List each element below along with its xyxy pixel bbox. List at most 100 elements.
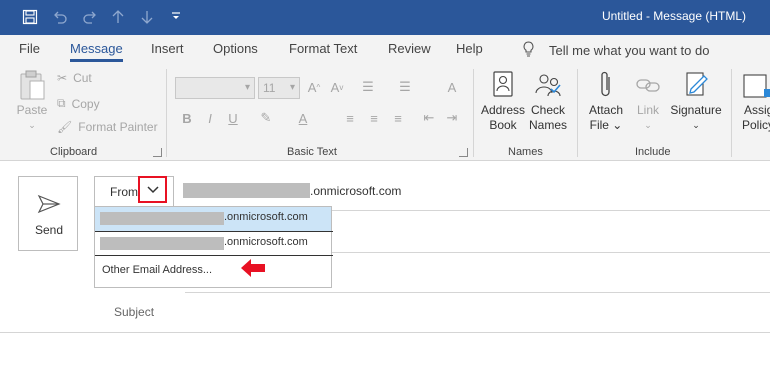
copy-button[interactable]: ⧉ Copy: [57, 96, 100, 111]
group-divider: [577, 69, 578, 157]
redacted-account-name: [100, 212, 224, 225]
address-book-button[interactable]: Address Book: [480, 69, 526, 133]
save-icon[interactable]: [20, 7, 40, 27]
tab-review[interactable]: Review: [388, 41, 431, 56]
chevron-down-icon: ⌄: [28, 120, 36, 130]
align-left-icon[interactable]: ≡: [340, 108, 360, 128]
basic-text-group-label: Basic Text: [287, 146, 337, 158]
assign-label-1: Assig: [744, 103, 770, 117]
check-names-label-1: Check: [530, 103, 565, 117]
tab-file[interactable]: File: [19, 41, 40, 56]
chevron-down-icon: [146, 183, 159, 197]
font-size-value: 11: [263, 81, 276, 95]
assign-label-2: Policy: [742, 118, 770, 132]
tab-help[interactable]: Help: [456, 41, 483, 56]
menu-bar: File Message Insert Options Format Text …: [0, 35, 770, 65]
send-icon: [37, 194, 61, 217]
from-account-option-1[interactable]: .onmicrosoft.com: [95, 207, 331, 231]
align-center-icon[interactable]: ≡: [364, 108, 384, 128]
lightbulb-icon: [522, 41, 535, 60]
option-1-domain: .onmicrosoft.com: [224, 211, 308, 223]
italic-icon[interactable]: I: [200, 108, 220, 128]
policy-icon: [738, 69, 770, 103]
down-arrow-icon[interactable]: [137, 7, 157, 27]
from-account-option-2[interactable]: .onmicrosoft.com: [95, 232, 331, 256]
tab-message[interactable]: Message: [70, 41, 123, 62]
align-right-icon[interactable]: ≡: [388, 108, 408, 128]
clipboard-group-label: Clipboard: [50, 146, 98, 158]
copy-icon: ⧉: [57, 96, 66, 110]
attach-file-button[interactable]: Attach File ⌄: [585, 69, 627, 133]
window-title: Untitled - Message (HTML): [601, 9, 746, 23]
highlight-icon[interactable]: ✎: [256, 108, 276, 128]
signature-icon: [668, 69, 724, 103]
tell-me-label: Tell me what you want to do: [549, 43, 710, 58]
link-button[interactable]: Link ⌄: [630, 69, 666, 133]
cut-button[interactable]: ✂ Cut: [57, 71, 92, 85]
link-icon: [630, 69, 666, 103]
grow-font-icon[interactable]: A ^: [304, 77, 324, 97]
paste-label: Paste: [16, 103, 48, 117]
redo-icon[interactable]: [80, 7, 100, 27]
signature-button[interactable]: Signature ⌄: [668, 69, 724, 133]
paperclip-icon: [585, 69, 627, 103]
signature-label: Signature: [670, 103, 722, 117]
redacted-account-name: [183, 183, 310, 198]
menu-divider: [95, 255, 333, 256]
bold-icon[interactable]: B: [177, 108, 197, 128]
undo-icon[interactable]: [50, 7, 70, 27]
from-account-domain: .onmicrosoft.com: [310, 184, 402, 198]
increase-indent-icon[interactable]: ⇥: [442, 108, 462, 128]
attach-label-1: Attach: [588, 103, 624, 117]
tab-insert[interactable]: Insert: [151, 41, 184, 56]
subject-field-line: [0, 332, 770, 333]
attach-label-2: File ⌄: [589, 118, 623, 132]
customize-icon[interactable]: [166, 7, 186, 27]
clear-formatting-icon[interactable]: A: [442, 77, 462, 97]
tell-me-search[interactable]: Tell me what you want to do: [522, 41, 709, 60]
paste-button[interactable]: Paste ⌄: [14, 69, 50, 133]
from-label: From: [110, 185, 138, 199]
title-bar: Untitled - Message (HTML): [0, 0, 770, 35]
tab-options[interactable]: Options: [213, 41, 258, 56]
clipboard-launcher-icon[interactable]: [153, 148, 162, 157]
font-size-combo[interactable]: 11 ▾: [258, 77, 300, 99]
copy-label: Copy: [71, 96, 100, 111]
chevron-down-icon: ⌄: [692, 120, 700, 130]
paintbrush-icon: 🖌: [57, 120, 73, 134]
format-painter-button[interactable]: 🖌 Format Painter: [57, 120, 158, 134]
up-arrow-icon[interactable]: [108, 7, 128, 27]
subject-label: Subject: [114, 305, 155, 319]
cut-label: Cut: [73, 71, 92, 85]
decrease-indent-icon[interactable]: ⇤: [419, 108, 439, 128]
link-label: Link: [636, 103, 659, 117]
group-divider: [731, 69, 732, 157]
check-names-icon: [527, 69, 569, 103]
address-book-icon: [480, 69, 526, 103]
numbering-icon[interactable]: ☰: [395, 77, 415, 97]
send-button[interactable]: Send: [18, 176, 78, 251]
assign-policy-button[interactable]: Assig Policy: [738, 69, 770, 133]
shrink-font-icon[interactable]: Av: [327, 77, 347, 97]
bullets-icon[interactable]: ☰: [358, 77, 378, 97]
other-email-address-option[interactable]: Other Email Address...: [102, 264, 212, 276]
group-divider: [473, 69, 474, 157]
group-divider: [166, 69, 167, 157]
from-dropdown-toggle[interactable]: [138, 176, 167, 203]
check-names-label-2: Names: [528, 118, 567, 132]
address-book-label-1: Address: [480, 103, 526, 117]
red-arrow-icon: [240, 258, 266, 281]
include-group-label: Include: [635, 146, 671, 158]
underline-icon[interactable]: U: [223, 108, 243, 128]
chevron-down-icon: ▾: [289, 82, 295, 93]
clipboard-icon: [14, 69, 50, 103]
scissors-icon: ✂: [57, 71, 68, 85]
tab-format-text[interactable]: Format Text: [289, 41, 357, 56]
font-color-icon[interactable]: A: [293, 108, 313, 128]
font-name-combo[interactable]: ▾: [175, 77, 255, 99]
check-names-button[interactable]: Check Names: [527, 69, 569, 133]
ribbon: Paste ⌄ ✂ Cut ⧉ Copy 🖌 Format Painter Cl…: [0, 65, 770, 161]
basic-text-launcher-icon[interactable]: [459, 148, 468, 157]
cc-field-line: [185, 292, 770, 293]
format-painter-label: Format Painter: [78, 120, 158, 134]
